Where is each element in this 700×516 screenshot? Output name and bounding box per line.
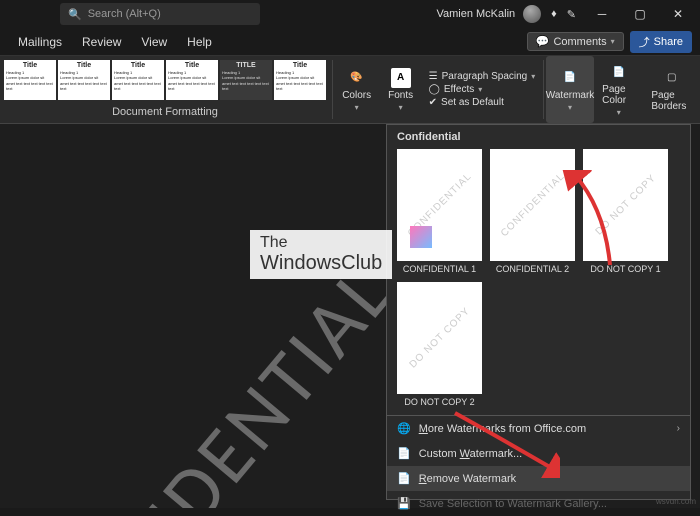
watermark-option[interactable]: CONFIDENTIALCONFIDENTIAL 2	[490, 149, 575, 274]
tab-view[interactable]: View	[131, 31, 177, 53]
maximize-button[interactable]: ▢	[622, 2, 658, 26]
search-placeholder: Search (Alt+Q)	[88, 8, 161, 20]
gallery-label: Document Formatting	[0, 104, 330, 122]
watermark-button[interactable]: 📄 Watermark▾	[546, 56, 594, 123]
tab-mailings[interactable]: Mailings	[8, 31, 72, 53]
paragraph-spacing-button[interactable]: ☰ Paragraph Spacing ▾	[429, 71, 536, 82]
page-icon: 📄	[397, 472, 411, 485]
user-name: Vamien McKalin	[436, 8, 515, 20]
pen-icon[interactable]: ✎	[567, 8, 576, 21]
more-watermarks-item[interactable]: 🌐 More Watermarks from Office.com ›	[387, 416, 690, 441]
page-color-button[interactable]: 📄 Page Color▾	[594, 56, 643, 123]
custom-watermark-item[interactable]: 📄 Custom Watermark...	[387, 441, 690, 466]
minimize-button[interactable]: ─	[584, 2, 620, 26]
search-icon: 🔍	[68, 8, 82, 21]
set-as-default-button[interactable]: ✔ Set as Default	[429, 97, 536, 108]
titlebar: 🔍 Search (Alt+Q) Vamien McKalin ♦ ✎ ─ ▢ …	[0, 0, 700, 28]
diamond-icon[interactable]: ♦	[551, 8, 557, 20]
style-gallery[interactable]: TitleHeading 1Lorem ipsum dolor sit amet…	[0, 56, 330, 104]
effects-button[interactable]: ◯ Effects ▾	[429, 84, 536, 95]
style-thumb[interactable]: TitleHeading 1Lorem ipsum dolor sit amet…	[166, 60, 218, 100]
page-color-icon: 📄	[609, 62, 629, 82]
comments-button[interactable]: 💬 Comments ▾	[527, 32, 624, 51]
fonts-icon: A	[391, 68, 411, 88]
source-logo-overlay: The WindowsClub	[250, 230, 392, 279]
source-logo-icon	[410, 226, 432, 248]
page-icon: 📄	[397, 447, 411, 460]
close-button[interactable]: ✕	[660, 2, 696, 26]
document-watermark: CONFIDENTIAL	[0, 245, 413, 508]
watermark-icon: 📄	[560, 68, 580, 88]
style-thumb[interactable]: TitleHeading 1Lorem ipsum dolor sit amet…	[112, 60, 164, 100]
save-icon: 💾	[397, 497, 411, 510]
remove-watermark-item[interactable]: 📄 Remove Watermark	[387, 466, 690, 491]
chevron-right-icon: ›	[677, 423, 680, 434]
panel-section-header: Confidential	[387, 125, 690, 149]
page-borders-icon: ▢	[662, 68, 682, 88]
globe-icon: 🌐	[397, 422, 411, 435]
tab-review[interactable]: Review	[72, 31, 131, 53]
watermark-option[interactable]: CONFIDENTIALCONFIDENTIAL 1	[397, 149, 482, 274]
ribbon: TitleHeading 1Lorem ipsum dolor sit amet…	[0, 56, 700, 124]
style-thumb[interactable]: TitleHeading 1Lorem ipsum dolor sit amet…	[4, 60, 56, 100]
avatar	[523, 5, 541, 23]
style-thumb[interactable]: TitleHeading 1Lorem ipsum dolor sit amet…	[58, 60, 110, 100]
watermark-option[interactable]: DO NOT COPYDO NOT COPY 2	[397, 282, 482, 407]
save-selection-item: 💾 Save Selection to Watermark Gallery...	[387, 491, 690, 516]
page-borders-button[interactable]: ▢ Page Borders	[643, 56, 700, 123]
share-button[interactable]: ⤴ Share	[630, 31, 692, 53]
colors-button[interactable]: 🎨 Colors▾	[335, 56, 379, 123]
fonts-button[interactable]: A Fonts▾	[379, 56, 423, 123]
colors-icon: 🎨	[347, 68, 367, 88]
style-thumb[interactable]: TITLEHeading 1Lorem ipsum dolor sit amet…	[220, 60, 272, 100]
user-account[interactable]: Vamien McKalin	[436, 5, 541, 23]
tab-help[interactable]: Help	[177, 31, 222, 53]
search-input[interactable]: 🔍 Search (Alt+Q)	[60, 3, 260, 25]
ribbon-tabs: Mailings Review View Help 💬 Comments ▾ ⤴…	[0, 28, 700, 56]
watermark-dropdown: Confidential CONFIDENTIALCONFIDENTIAL 1C…	[386, 124, 691, 500]
style-thumb[interactable]: TitleHeading 1Lorem ipsum dolor sit amet…	[274, 60, 326, 100]
watermark-option[interactable]: DO NOT COPYDO NOT COPY 1	[583, 149, 668, 274]
